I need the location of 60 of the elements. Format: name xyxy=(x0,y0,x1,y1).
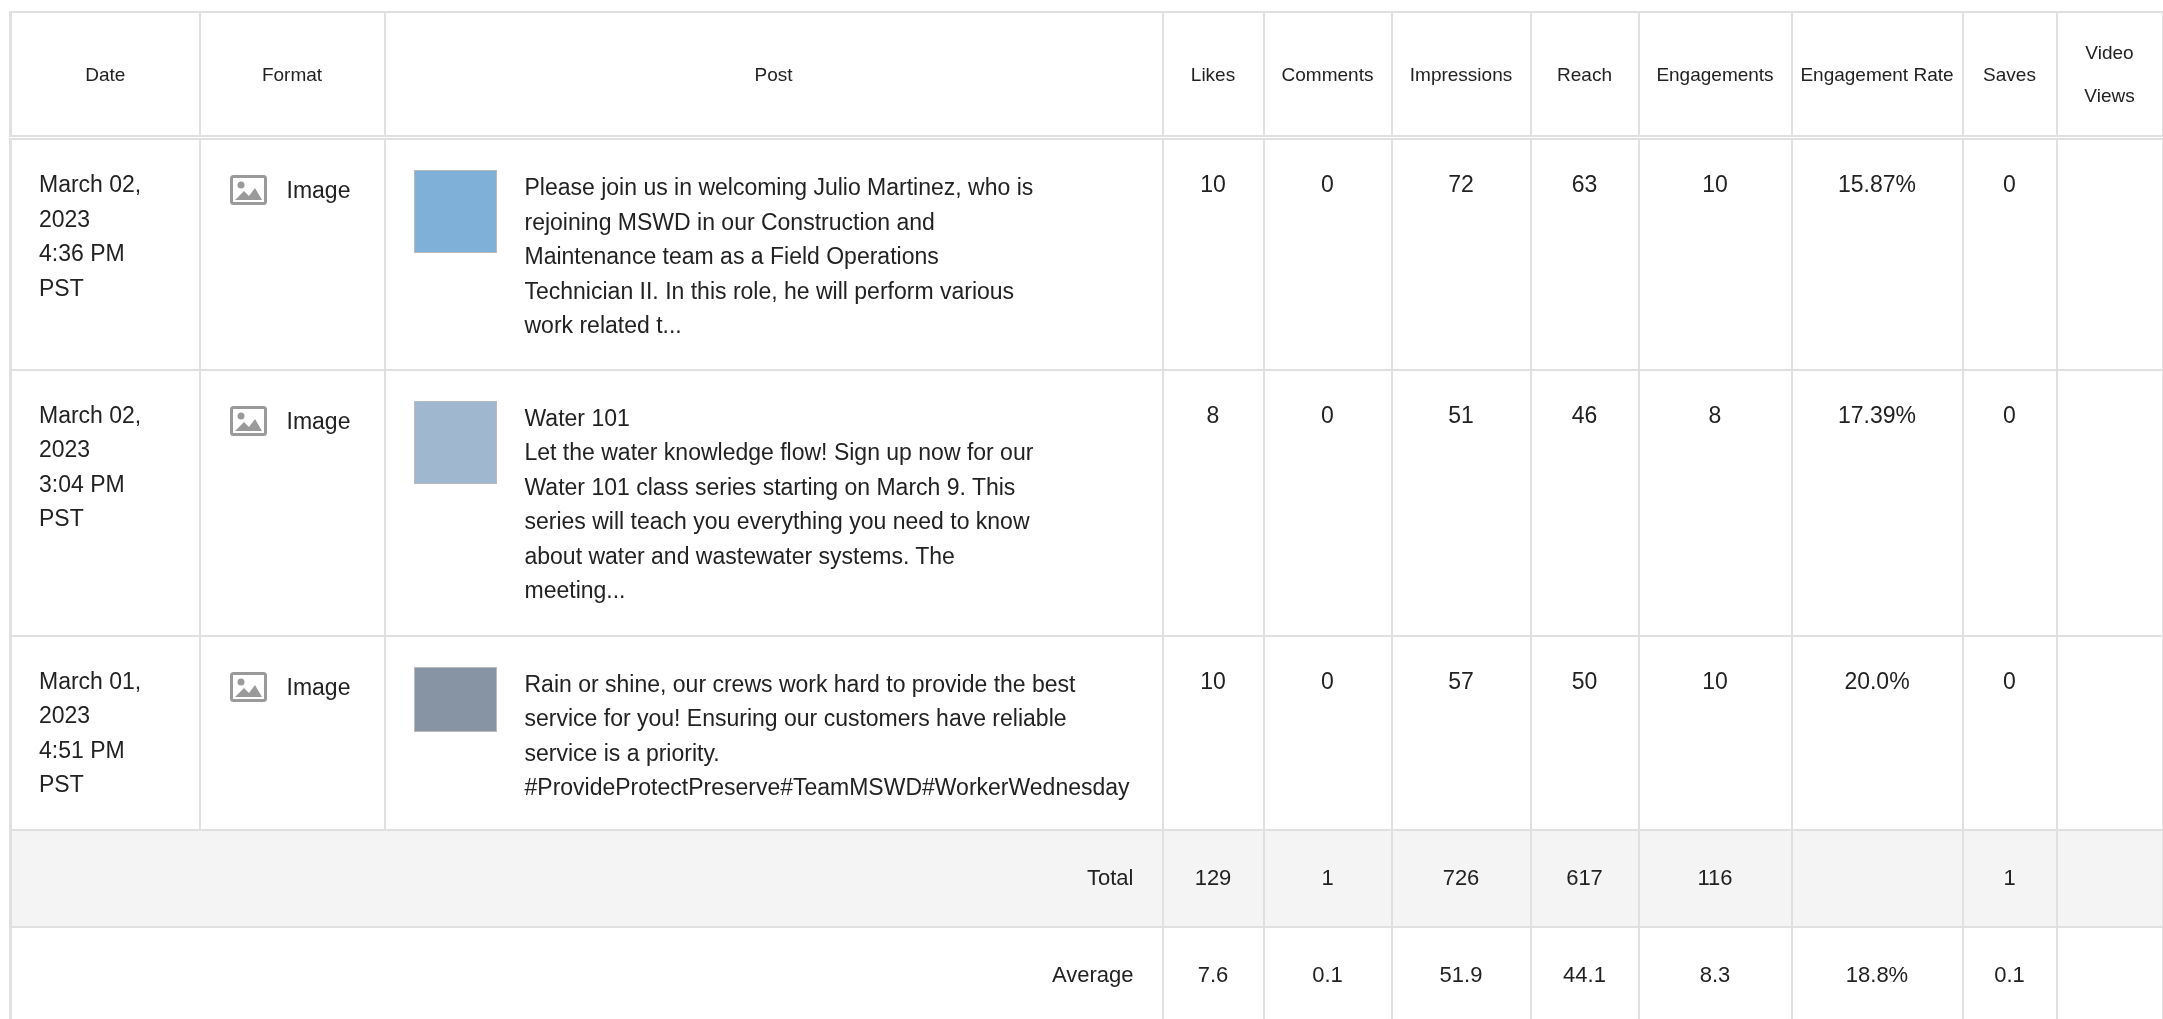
summary-label: Total xyxy=(1087,865,1134,890)
metric-value: 8 xyxy=(1708,401,1722,428)
metric-value: 15.87% xyxy=(1838,171,1916,197)
image-icon xyxy=(229,175,267,206)
summary-value: 8.3 xyxy=(1699,962,1731,987)
column-header: Engagement Rate xyxy=(1799,62,1955,87)
image-icon xyxy=(229,405,267,436)
summary-value: 7.6 xyxy=(1197,962,1229,987)
date-text: March 02, 2023 4:36 PM PST xyxy=(39,170,143,303)
format-label: Image xyxy=(286,672,351,702)
metric-value: 0 xyxy=(2003,667,2016,694)
metric-value: 46 xyxy=(1571,401,1598,428)
summary-value: 617 xyxy=(1566,865,1603,890)
summary-value: 1 xyxy=(1321,865,1334,890)
summary-value: 51.9 xyxy=(1439,962,1483,987)
column-header: Impressions xyxy=(1409,63,1513,85)
metric-value: 20.0% xyxy=(1844,667,1910,694)
format-label: Image xyxy=(286,176,351,205)
metric-value: 17.39% xyxy=(1838,401,1916,428)
column-header: Format xyxy=(261,63,323,85)
metric-value: 72 xyxy=(1448,171,1474,197)
summary-value: 0.1 xyxy=(1312,962,1343,987)
summary-value: 726 xyxy=(1442,865,1480,890)
summary-value: 129 xyxy=(1194,865,1232,890)
metric-value: 0 xyxy=(2003,171,2016,197)
metric-value: 0 xyxy=(1321,401,1334,428)
metric-value: 0 xyxy=(1321,171,1334,197)
date-text: March 01, 2023 4:51 PM PST xyxy=(39,666,143,799)
metric-value: 10 xyxy=(1200,171,1226,197)
summary-value: 1 xyxy=(2003,865,2016,890)
summary-value: 44.1 xyxy=(1563,962,1606,987)
post-title: Water 101 xyxy=(524,403,631,433)
metric-value: 50 xyxy=(1571,667,1598,694)
metric-value: 51 xyxy=(1448,401,1474,428)
column-header: Date xyxy=(85,63,126,85)
metric-value: 10 xyxy=(1702,667,1728,694)
column-header: Saves xyxy=(1982,62,2037,87)
metric-value: 10 xyxy=(1702,171,1728,197)
column-header: Engagements xyxy=(1656,63,1774,85)
post-text: Rain or shine, our crews work hard to provide the best service for you! Ensuring our customers have reliable service is a priority. #ProvideProtectPreserve#TeamMSWD#WorkerWednesday xyxy=(524,669,1130,802)
post-text: Let the water knowledge flow! Sign up now for our Water 101 class series starting on March 9. This series will teach you everything you need to know about water and wastewater systems. The meeting... xyxy=(524,438,1035,605)
date-text: March 02, 2023 3:04 PM PST xyxy=(39,400,143,533)
image-icon xyxy=(229,671,267,702)
column-header: Post xyxy=(754,63,793,85)
metric-value: 10 xyxy=(1200,667,1226,694)
column-header: Video Views xyxy=(2083,41,2136,108)
metric-value: 0 xyxy=(2003,401,2016,428)
summary-value: 116 xyxy=(1697,865,1733,890)
post-text: Please join us in welcoming Julio Martinez, who is rejoining MSWD in our Construction and Maintenance team as a Field Operations Technician II. In this role, he will perform various work related t... xyxy=(524,173,1035,340)
column-header: Reach xyxy=(1557,63,1612,85)
column-header: Likes xyxy=(1190,63,1236,85)
format-label: Image xyxy=(286,406,351,436)
summary-label: Average xyxy=(1051,962,1134,987)
column-header: Comments xyxy=(1281,63,1374,85)
metric-value: 57 xyxy=(1448,667,1474,694)
metric-value: 63 xyxy=(1571,171,1598,197)
summary-value: 0.1 xyxy=(1994,962,2025,987)
metric-value: 8 xyxy=(1206,401,1220,428)
metric-value: 0 xyxy=(1321,667,1334,694)
summary-value: 18.8% xyxy=(1845,962,1909,987)
